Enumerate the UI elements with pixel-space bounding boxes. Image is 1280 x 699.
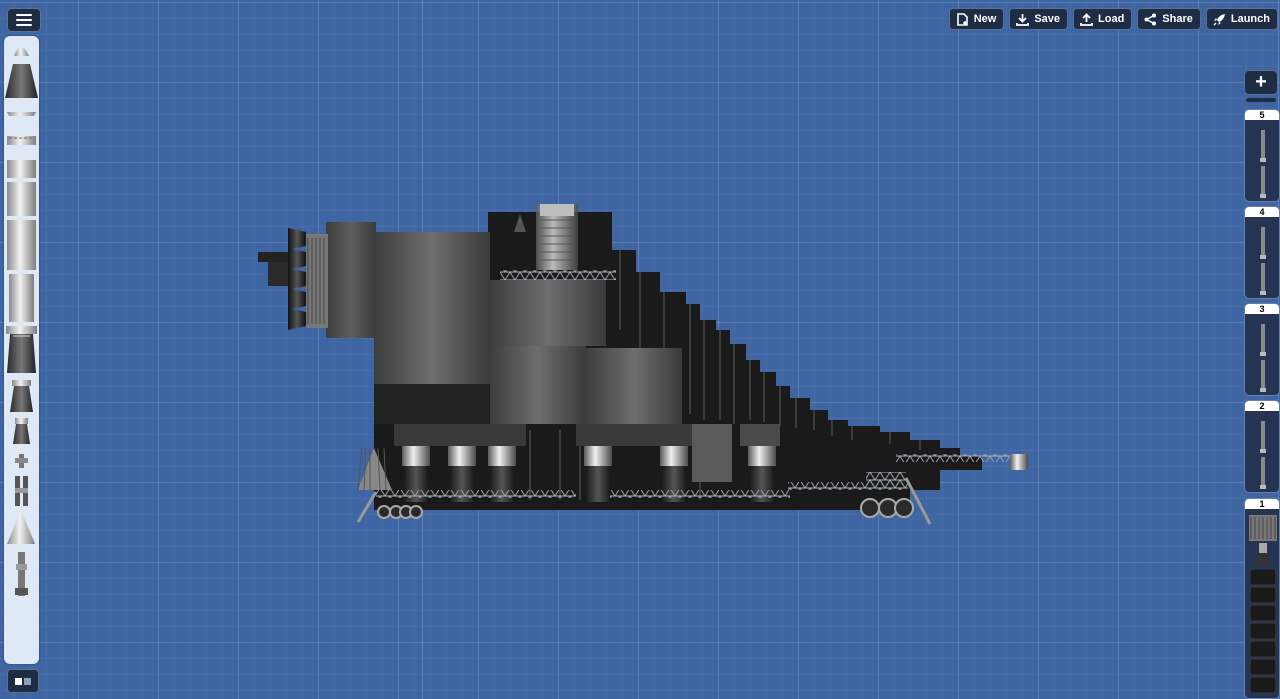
side-engine-cluster	[258, 228, 328, 330]
craft-build-area[interactable]	[0, 0, 1280, 699]
